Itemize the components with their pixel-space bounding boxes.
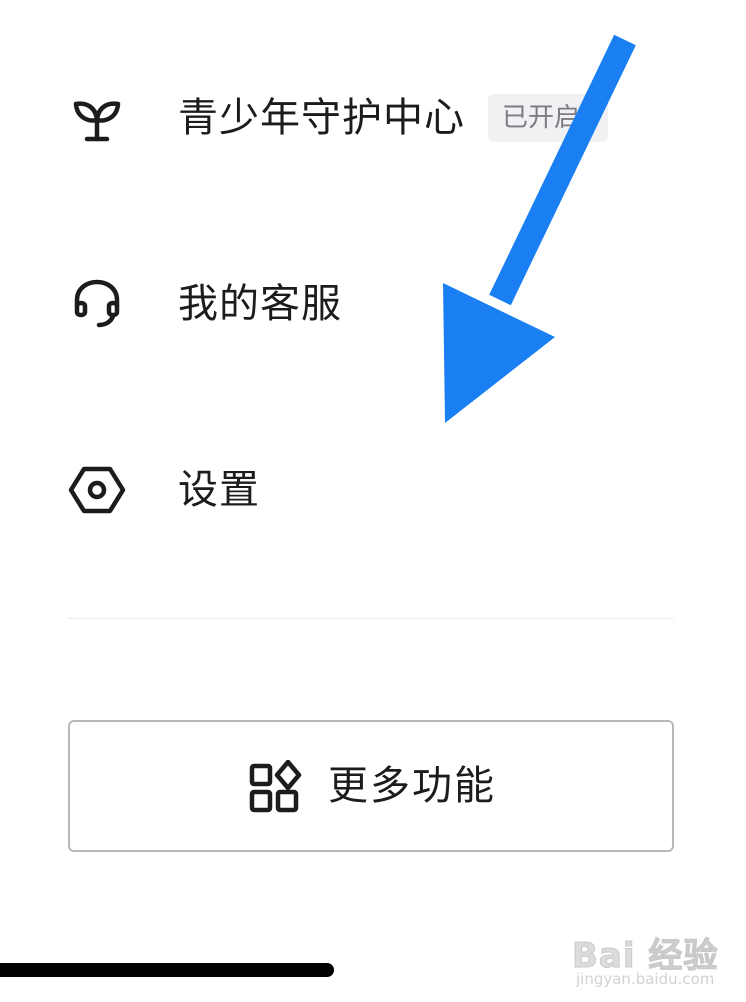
menu-item-youth-protection[interactable]: 青少年守护中心 已开启 <box>0 58 746 178</box>
status-badge: 已开启 <box>488 94 608 142</box>
headset-icon <box>68 275 126 333</box>
page: 青少年守护中心 已开启 我的客服 设置 更多功能 Bai 经验 jingyan.… <box>0 0 746 1002</box>
sprout-icon <box>68 89 126 147</box>
watermark: Bai 经验 jingyan.baidu.com <box>568 912 718 992</box>
menu-item-label: 我的客服 <box>178 281 342 327</box>
more-functions-button[interactable]: 更多功能 <box>68 720 674 852</box>
menu-item-customer-service[interactable]: 我的客服 <box>0 244 746 364</box>
home-indicator[interactable] <box>0 963 334 977</box>
watermark-url: jingyan.baidu.com <box>576 970 715 988</box>
apps-grid-icon <box>248 759 302 814</box>
hexagon-settings-icon <box>68 461 126 519</box>
menu-item-label: 设置 <box>178 467 260 513</box>
menu-item-label: 青少年守护中心 <box>178 95 465 141</box>
more-functions-label: 更多功能 <box>328 763 496 809</box>
menu-item-settings[interactable]: 设置 <box>0 430 746 550</box>
divider <box>68 618 674 619</box>
